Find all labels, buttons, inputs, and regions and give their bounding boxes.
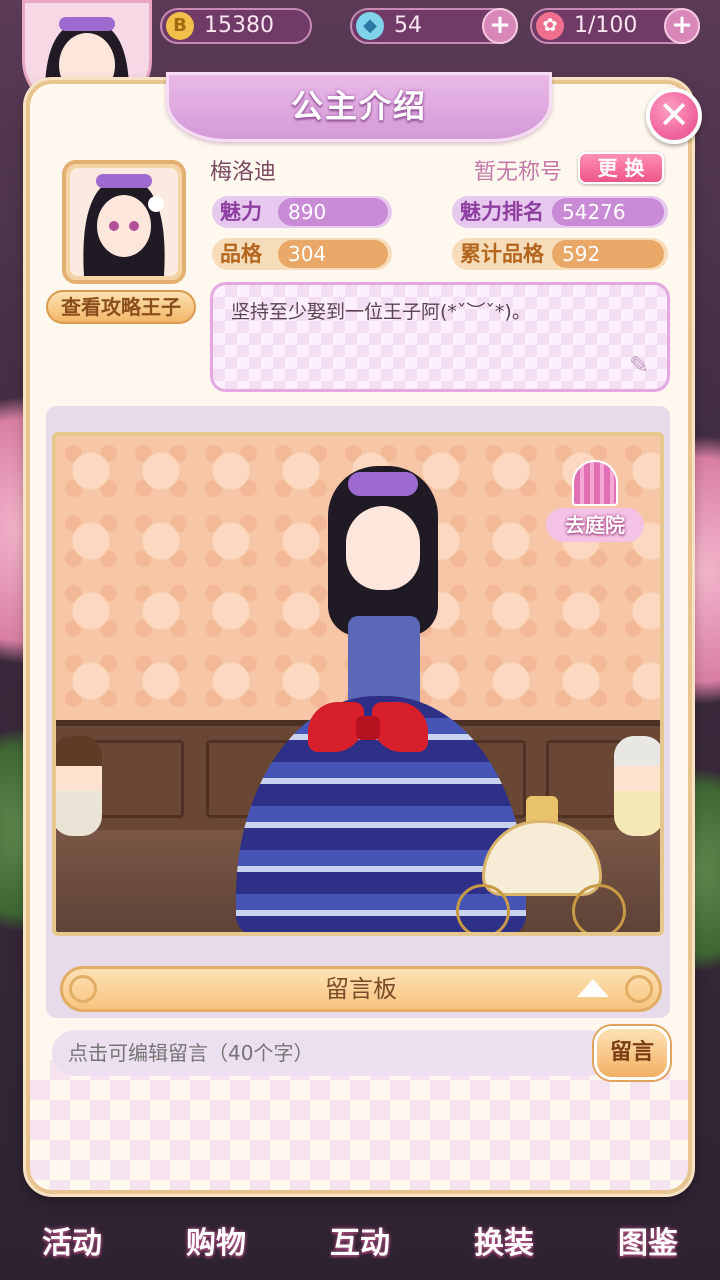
- courtyard-label: 去庭院: [546, 508, 644, 542]
- add-roses-button[interactable]: +: [664, 8, 700, 44]
- change-title-button[interactable]: 更 换: [578, 152, 664, 184]
- total-quality-stat: 累计品格 592: [452, 238, 668, 270]
- panel-title-banner: 公主介绍: [166, 72, 552, 142]
- nav-label: 换装: [474, 1226, 534, 1261]
- dress-bodice: [348, 616, 420, 706]
- nav-collection[interactable]: 图鉴: [583, 1186, 713, 1266]
- gem-amount: 54: [394, 13, 422, 38]
- nav-label: 互动: [330, 1226, 390, 1261]
- close-icon: ✕: [658, 93, 690, 137]
- quality-stat: 品格 304: [212, 238, 392, 270]
- add-gems-button[interactable]: +: [482, 8, 518, 44]
- rose-amount: 1/100: [574, 13, 638, 38]
- nav-label: 图鉴: [618, 1226, 678, 1261]
- message-board-title: 留言板: [325, 975, 397, 1003]
- signature-text: 坚持至少娶到一位王子阿(*ˇ︶ˇ*)。: [231, 301, 531, 323]
- coin-icon: B: [166, 12, 194, 40]
- prince-character-left: [56, 736, 102, 836]
- carriage-body: [482, 820, 602, 896]
- nav-label: 活动: [42, 1226, 102, 1261]
- title-status: 暂无称号: [474, 160, 563, 185]
- nav-shop[interactable]: 购物: [151, 1186, 281, 1266]
- carriage-wheel: [456, 884, 510, 932]
- nav-activity[interactable]: 活动: [7, 1186, 137, 1266]
- portrait-image: [70, 168, 178, 276]
- view-prince-button[interactable]: 查看攻略王子: [46, 290, 196, 324]
- diamond-icon: ◆: [356, 12, 384, 40]
- nav-label: 购物: [186, 1226, 246, 1261]
- charm-rank-stat: 魅力排名 54276: [452, 196, 668, 228]
- carriage-wheel: [572, 884, 626, 932]
- rose-counter: ✿ 1/100 +: [530, 8, 700, 44]
- nav-interact[interactable]: 互动: [295, 1186, 425, 1266]
- charm-rank-label: 魅力排名: [460, 200, 544, 224]
- expand-up-icon[interactable]: [577, 979, 609, 997]
- pavilion-icon: [572, 460, 618, 506]
- charm-value: 890: [278, 198, 388, 226]
- post-message-button[interactable]: 留言: [594, 1026, 670, 1080]
- hair-bow: [348, 472, 418, 496]
- scroll-ornament: [625, 975, 653, 1003]
- go-to-courtyard-button[interactable]: 去庭院: [546, 460, 644, 546]
- panel-title: 公主介绍: [290, 87, 427, 125]
- gem-counter: ◆ 54 +: [350, 8, 518, 44]
- charm-label: 魅力: [220, 200, 262, 224]
- princess-portrait: [62, 160, 186, 284]
- red-ribbon-bow: [308, 702, 428, 772]
- top-bar: B 15380 ◆ 54 + ✿ 1/100 +: [0, 0, 720, 110]
- total-quality-label: 累计品格: [460, 242, 544, 266]
- quality-value: 304: [278, 240, 388, 268]
- message-board-bar[interactable]: 留言板: [60, 966, 662, 1012]
- close-button[interactable]: ✕: [646, 88, 702, 144]
- pencil-icon[interactable]: ✎: [625, 351, 653, 379]
- princess-face: [346, 506, 420, 590]
- message-input[interactable]: [52, 1030, 612, 1076]
- pumpkin-carriage: [452, 796, 632, 932]
- gold-counter: B 15380: [160, 8, 312, 44]
- charm-stat: 魅力 890: [212, 196, 392, 228]
- bottom-nav: 活动 购物 互动 换装 图鉴: [0, 1190, 720, 1280]
- nav-dress-up[interactable]: 换装: [439, 1186, 569, 1266]
- quality-label: 品格: [220, 242, 262, 266]
- gold-amount: 15380: [204, 13, 274, 38]
- charm-rank-value: 54276: [552, 198, 664, 226]
- total-quality-value: 592: [552, 240, 664, 268]
- signature-box[interactable]: 坚持至少娶到一位王子阿(*ˇ︶ˇ*)。 ✎: [210, 282, 670, 392]
- rose-icon: ✿: [536, 12, 564, 40]
- scroll-ornament: [69, 975, 97, 1003]
- player-name: 梅洛迪: [210, 160, 277, 185]
